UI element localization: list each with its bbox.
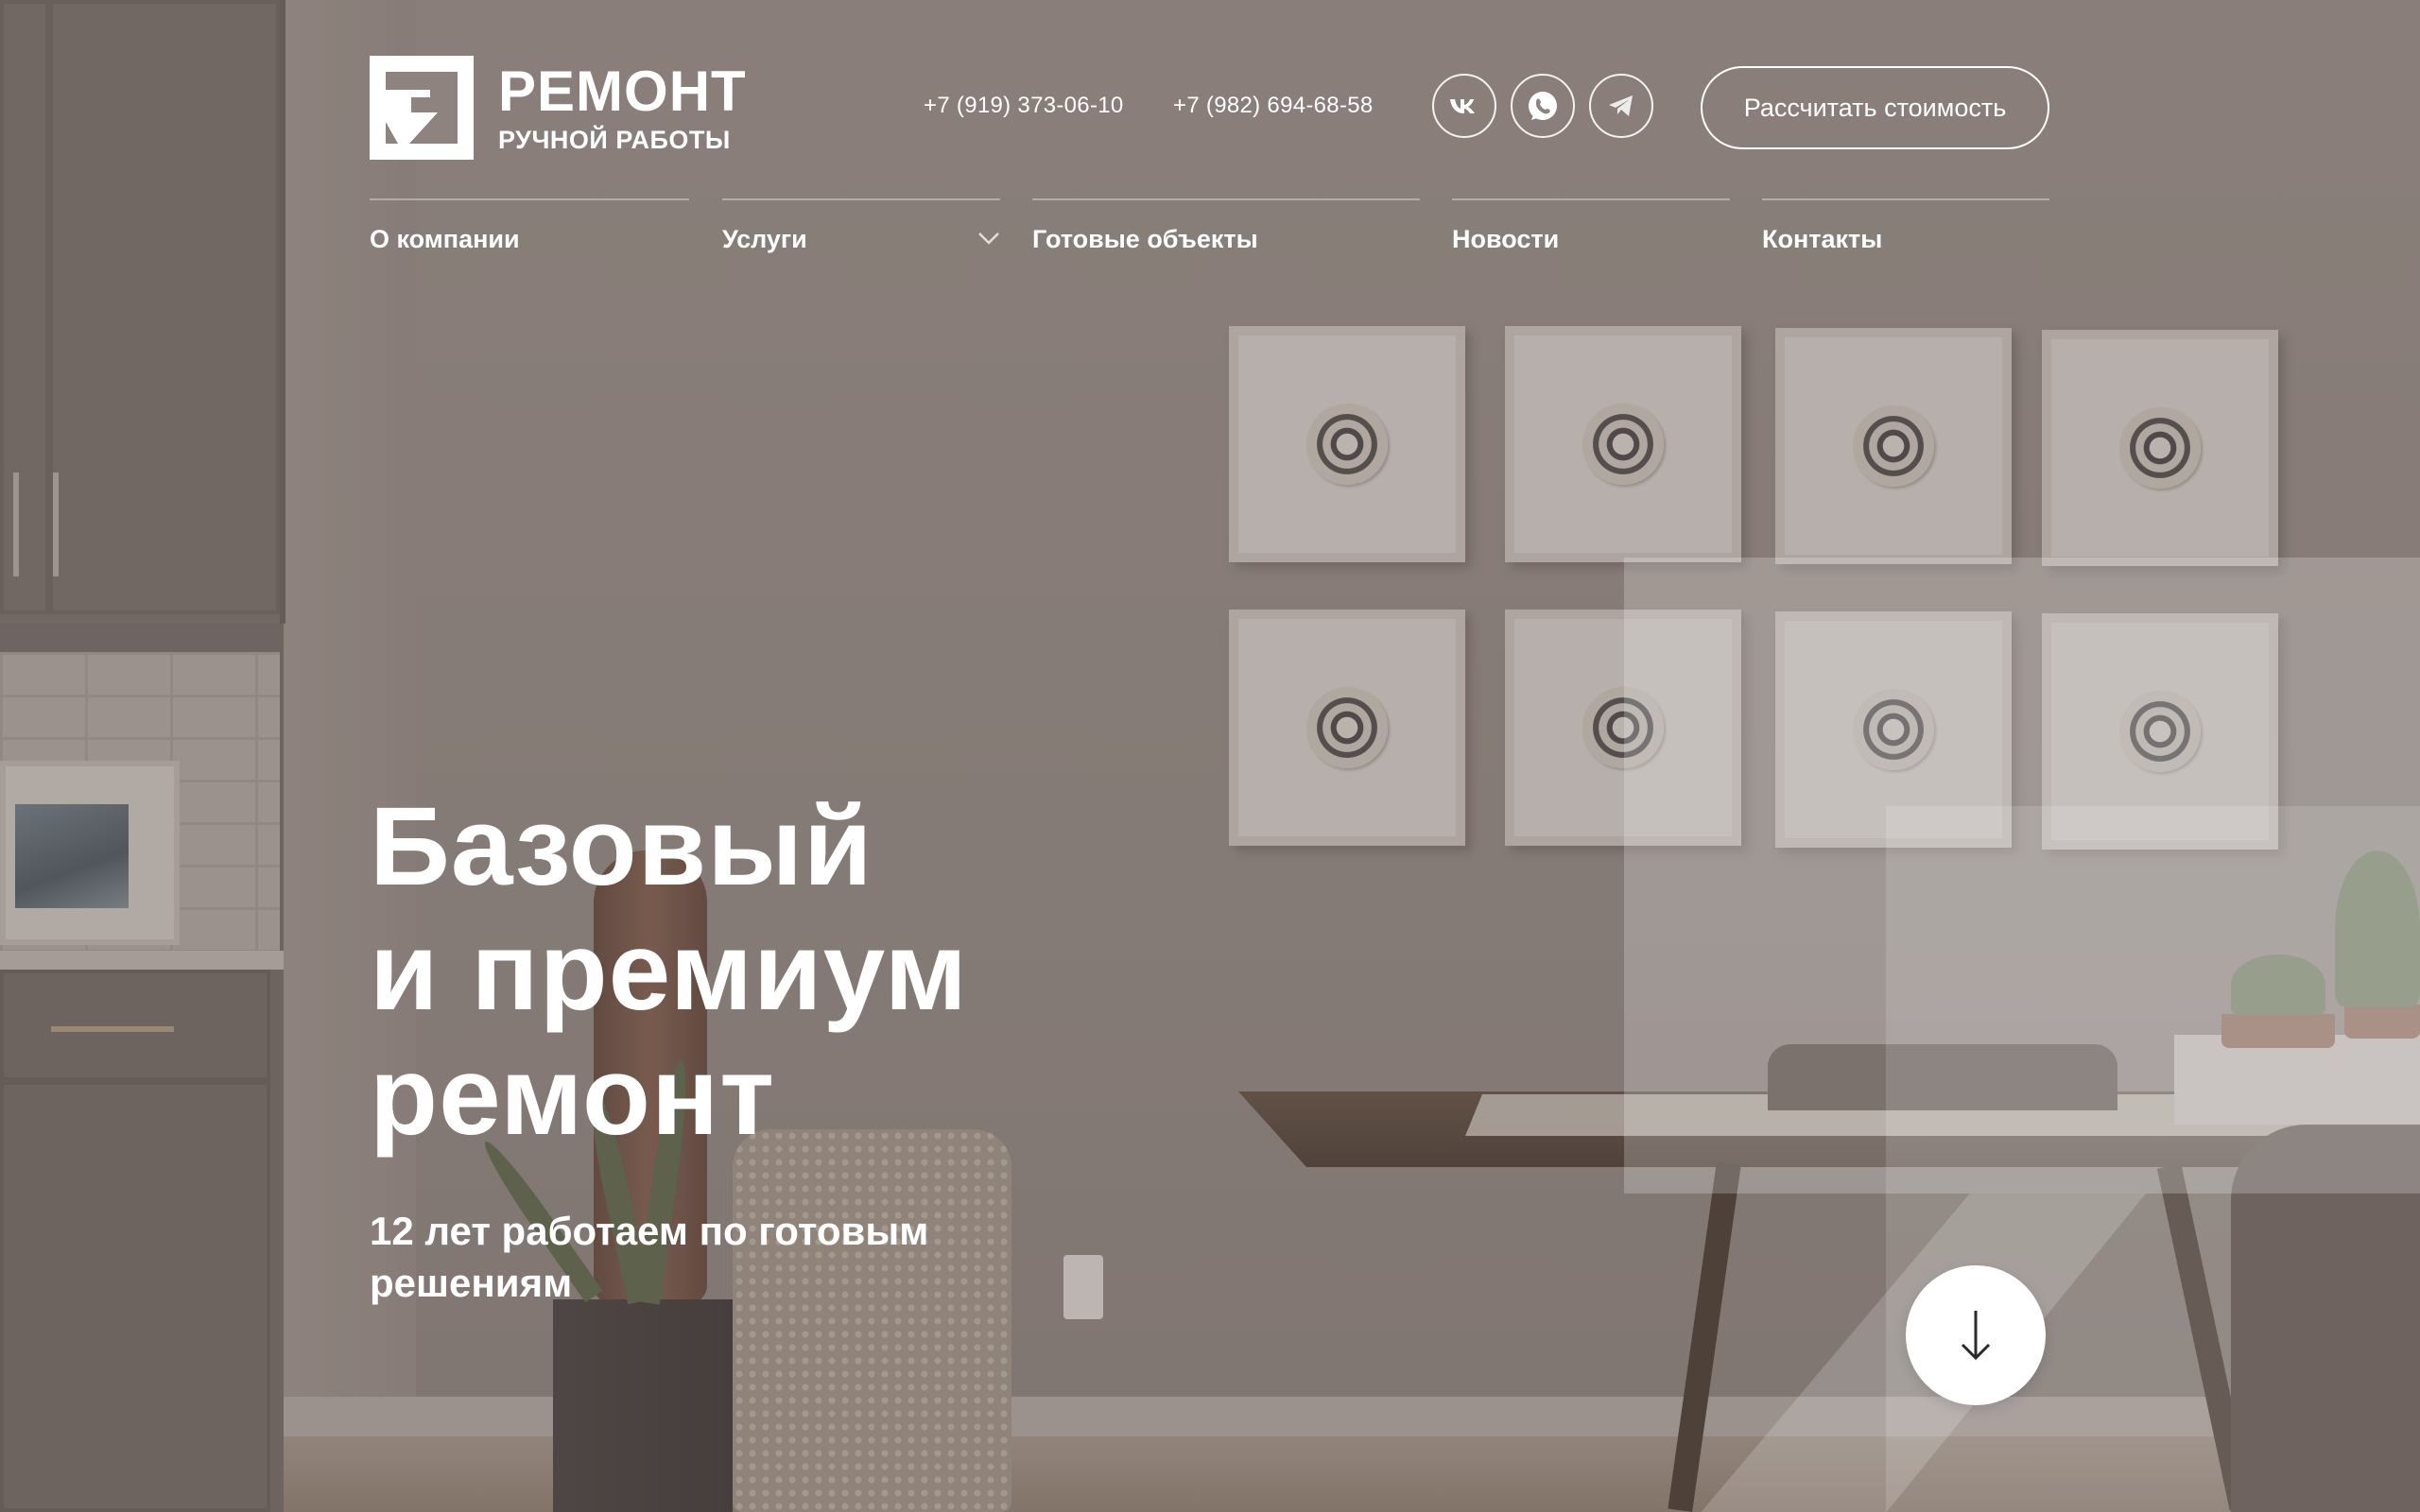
nav-item-contacts[interactable]: Контакты [1762,198,2049,255]
nav-item-label: О компании [370,225,520,253]
telegram-icon [1609,95,1633,116]
hero-title-line: и премиум [370,909,968,1034]
vk-button[interactable] [1432,74,1496,138]
calculate-cost-button[interactable]: Рассчитать стоимость [1701,66,2049,149]
hero-title-line: ремонт [370,1034,776,1159]
arrow-down-icon [1961,1311,1991,1361]
logo-mark-icon [370,56,474,160]
logo[interactable]: РЕМОНТ РУЧНОЙ РАБОТЫ [370,56,748,160]
nav-item-about[interactable]: О компании [370,198,689,255]
hero-subtitle-line: 12 лет работаем по готовым [370,1209,929,1253]
logo-text: РЕМОНТ РУЧНОЙ РАБОТЫ [498,59,747,154]
hero-subtitle: 12 лет работаем по готовым решениям [370,1205,1050,1309]
nav-item-projects[interactable]: Готовые объекты [1032,198,1420,255]
logo-subtitle: РУЧНОЙ РАБОТЫ [498,125,731,154]
whatsapp-icon [1529,92,1557,120]
nav-item-label: Услуги [722,225,807,253]
nav-item-label: Новости [1452,225,1560,253]
nav-item-label: Контакты [1762,225,1883,253]
logo-title: РЕМОНТ [498,59,747,123]
vk-icon [1450,99,1475,113]
hero-subtitle-line: решениям [370,1261,573,1305]
phone-link-1[interactable]: +7 (919) 373-06-10 [924,93,1124,119]
hero-title-line: Базовый [370,784,873,909]
scroll-down-button[interactable] [1906,1265,2046,1405]
nav-item-news[interactable]: Новости [1452,198,1730,255]
nav-item-services[interactable]: Услуги [722,198,1000,255]
chevron-down-icon [978,232,999,245]
whatsapp-button[interactable] [1511,74,1575,138]
hero-title: Базовый и премиум ремонт [370,784,1220,1159]
nav-item-label: Готовые объекты [1032,225,1258,253]
phone-link-2[interactable]: +7 (982) 694-68-58 [1173,93,1374,119]
page: РЕМОНТ РУЧНОЙ РАБОТЫ +7 (919) 373-06-10 … [0,0,2420,1512]
telegram-button[interactable] [1589,74,1653,138]
